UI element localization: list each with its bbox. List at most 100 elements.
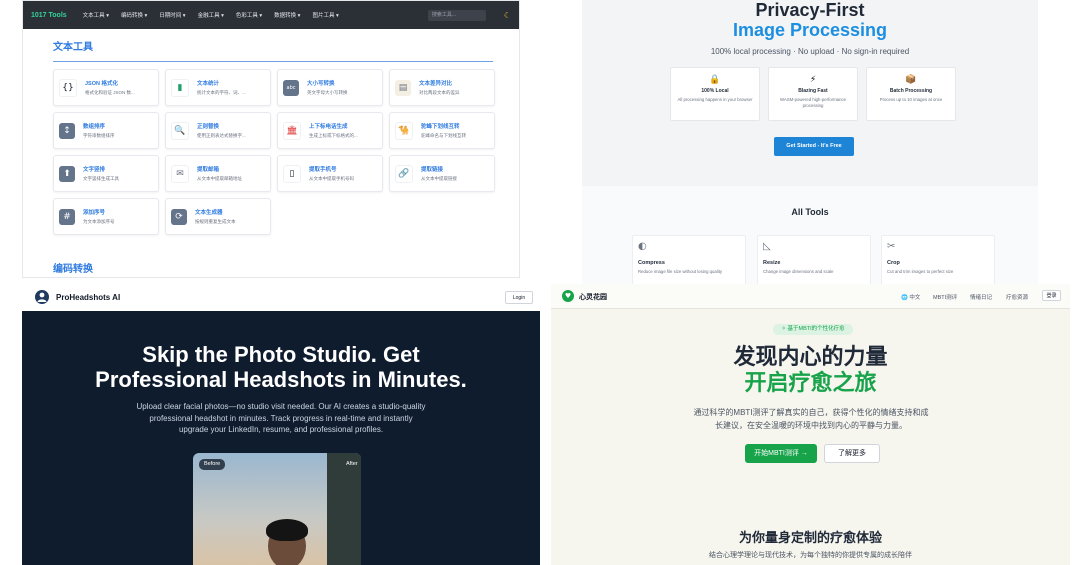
tools1017-logo[interactable]: 1017 Tools <box>31 12 67 19</box>
sort-icon: ↕ <box>59 122 75 139</box>
tool-card-text: 文字竖排 文字竖排生成工具 <box>83 165 119 182</box>
magnifier-icon: 🔍 <box>171 121 189 140</box>
arrow-up-icon: ⬆ <box>59 165 75 182</box>
tool-card-title: 文本生成器 <box>195 210 223 216</box>
nav-resources[interactable]: 疗愈资源 <box>1006 293 1028 301</box>
tool-card-title: 文字竖排 <box>83 167 106 173</box>
nav-menu-datetime[interactable]: 日期时间 ▾ <box>159 11 185 19</box>
tool-card[interactable]: ▮ 文本统计 统计文本的字符、词、... <box>165 69 271 106</box>
brand-name[interactable]: 心灵花园 <box>579 292 607 302</box>
tool-card[interactable]: {} JSON 格式化 格式化和验证 JSON 数... <box>53 69 159 106</box>
feature-desc: All processing happens in your browser <box>677 97 753 102</box>
compress-icon: ◐ <box>638 241 647 252</box>
lightning-icon: ⚡ <box>809 75 817 85</box>
get-started-button[interactable]: Get Started - It's Free <box>774 137 854 156</box>
heart-icon[interactable]: ♥ <box>562 290 574 302</box>
building-icon: 🏛 <box>283 121 301 140</box>
hero-subtitle: Upload clear facial photos—no studio vis… <box>136 402 426 434</box>
tool-card-text: 添加序号为文本添加序号 <box>83 208 115 225</box>
tool-card-desc: 使用正则表达式替换字... <box>197 133 246 138</box>
tool-card-text: 数组排序 字符串数组排序 <box>83 122 115 139</box>
tool-card-desc: 对比两段文本的差异 <box>419 90 460 95</box>
tools1017-window: 1017 Tools 文本工具 ▾ 编码转换 ▾ 日期时间 ▾ 金融工具 ▾ 色… <box>22 0 520 278</box>
abc-icon: abc <box>283 79 299 96</box>
section-heading-text-tools: 文本工具 <box>53 42 93 53</box>
nav-menu-image[interactable]: 图片工具 ▾ <box>312 11 338 19</box>
tool-card-text: 文本生成器 按规则重复生成文本 <box>195 208 236 225</box>
tool-card-text: 文本差异对比 对比两段文本的差异 <box>419 79 460 96</box>
start-mbti-button[interactable]: 开始MBTI测评 → <box>745 444 817 463</box>
tool-card-title: JSON 格式化 <box>85 81 119 87</box>
hero-title-line1: Skip the Photo Studio. Get <box>142 342 420 367</box>
tool-card-desc: 从文本中提取手机号码 <box>309 176 354 181</box>
nav-mbti[interactable]: MBTI测评 <box>933 293 957 301</box>
section-divider <box>53 61 493 62</box>
tool-card[interactable]: abc 大小写转换 英文字母大小写转换 <box>277 69 383 106</box>
feature-badge: ✧ 基于MBTI的个性化疗愈 <box>773 324 853 335</box>
tool-card[interactable]: 🔗 提取链接从文本中提取链接 <box>389 155 495 192</box>
tool-card-desc: 为文本添加序号 <box>83 219 115 224</box>
tool-card-text: 正则替换 使用正则表达式替换字... <box>197 122 246 139</box>
tool-card[interactable]: ✉ 提取邮箱 从文本中提取邮箱地址 <box>165 155 271 192</box>
tool-desc: Change image dimensions and scale <box>763 269 834 274</box>
garden-window: ♥ 心灵花园 🌐 中文 MBTI测评 情绪日记 疗愈资源 登录 ✧ 基于MBTI… <box>551 284 1070 565</box>
garden-navbar: ♥ 心灵花园 🌐 中文 MBTI测评 情绪日记 疗愈资源 登录 <box>551 284 1070 309</box>
tool-card[interactable]: ⟳ 文本生成器 按规则重复生成文本 <box>165 198 271 235</box>
tool-card-text: 驼峰下划线互转 驼峰命名与下划线互转 <box>421 122 466 139</box>
moon-icon[interactable]: ☾ <box>504 11 511 20</box>
tool-name: Resize <box>763 260 781 266</box>
tool-card-desc: 驼峰命名与下划线互转 <box>421 133 466 138</box>
login-button[interactable]: 登录 <box>1042 290 1061 301</box>
tool-card-desc: 从文本中提取链接 <box>421 176 457 181</box>
tool-card[interactable]: ⬆ 文字竖排 文字竖排生成工具 <box>53 155 159 192</box>
tool-card[interactable]: ▤ 文本差异对比 对比两段文本的差异 <box>389 69 495 106</box>
phone-icon: ▯ <box>283 164 301 183</box>
tool-desc: Reduce image file size without losing qu… <box>638 269 723 274</box>
nav-menu-finance[interactable]: 金融工具 ▾ <box>198 11 224 19</box>
section-title: 为你量身定制的疗愈体验 <box>738 530 882 545</box>
nav-diary[interactable]: 情绪日记 <box>970 293 992 301</box>
logo-icon[interactable] <box>35 290 49 304</box>
tool-card[interactable]: ◐ Compress Reduce image file size without … <box>632 235 746 285</box>
search-input[interactable]: 搜索工具... <box>427 9 486 21</box>
nav-menu-encoding[interactable]: 编码转换 ▾ <box>121 11 147 19</box>
tool-card[interactable]: ✂ Crop Cut and trim images to perfect size <box>881 235 995 285</box>
link-icon: 🔗 <box>395 164 413 183</box>
tool-card[interactable]: # 添加序号 为文本添加序号 <box>53 198 159 235</box>
feature-card: 🔒 100% Local All processing happens in you… <box>670 67 760 121</box>
feature-card: 📦 Batch Processing Process up to 10 images… <box>866 67 956 121</box>
box-icon: 📦 <box>905 75 917 85</box>
feature-title: 100% Local <box>701 88 729 94</box>
envelope-icon: ✉ <box>171 164 189 183</box>
brand-name[interactable]: ProHeadshots AI <box>56 293 120 302</box>
nav-menu-data[interactable]: 数据转换 ▾ <box>274 11 300 19</box>
tool-card-text: JSON 格式化 格式化和验证 JSON 数... <box>85 79 135 96</box>
tool-card-title: 提取链接 <box>421 167 444 173</box>
tool-card-text: 上下标电话生成 生成上标或下标格式的... <box>309 122 358 139</box>
feature-title: Batch Processing <box>889 88 933 94</box>
tool-card-grid: {} JSON 格式化 格式化和验证 JSON 数... ▮ 文本统计 统计文本的字符、词… <box>53 69 497 235</box>
portrait-hair <box>266 519 308 541</box>
language-switcher[interactable]: 🌐 中文 <box>901 293 920 301</box>
learn-more-button[interactable]: 了解更多 <box>824 444 880 463</box>
tool-card[interactable]: 🏛 上下标电话生成 生成上标或下标格式的... <box>277 112 383 149</box>
login-button[interactable]: Login <box>505 291 533 304</box>
tool-card[interactable]: ◺ Resize Change image dimensions and scale <box>757 235 871 285</box>
tool-card-title: 提取手机号 <box>309 167 337 173</box>
before-label: Before <box>199 459 226 470</box>
feature-card: ⚡ Blazing Fast WASM-powered high-performan… <box>768 67 858 121</box>
hero-title-line2: Image Processing <box>732 20 888 40</box>
nav-menu-color[interactable]: 色彩工具 ▾ <box>236 11 262 19</box>
tool-card-title: 添加序号 <box>83 210 106 216</box>
tool-card-text: 提取链接从文本中提取链接 <box>421 165 457 182</box>
feature-desc: WASM-powered high-performance processing <box>780 97 846 108</box>
tool-card[interactable]: ▯ 提取手机号从文本中提取手机号码 <box>277 155 383 192</box>
nav-menu-text-tools[interactable]: 文本工具 ▾ <box>83 11 109 19</box>
camel-icon: 🐪 <box>395 121 413 140</box>
tool-card[interactable]: 🔍 正则替换 使用正则表达式替换字... <box>165 112 271 149</box>
tool-card[interactable]: 🐪 驼峰下划线互转 驼峰命名与下划线互转 <box>389 112 495 149</box>
tool-card-desc: 字符串数组排序 <box>83 133 115 138</box>
tool-card[interactable]: ↕ 数组排序 字符串数组排序 <box>53 112 159 149</box>
tool-card-desc: 英文字母大小写转换 <box>307 90 348 95</box>
before-after-slider[interactable]: Before After <box>193 453 361 565</box>
